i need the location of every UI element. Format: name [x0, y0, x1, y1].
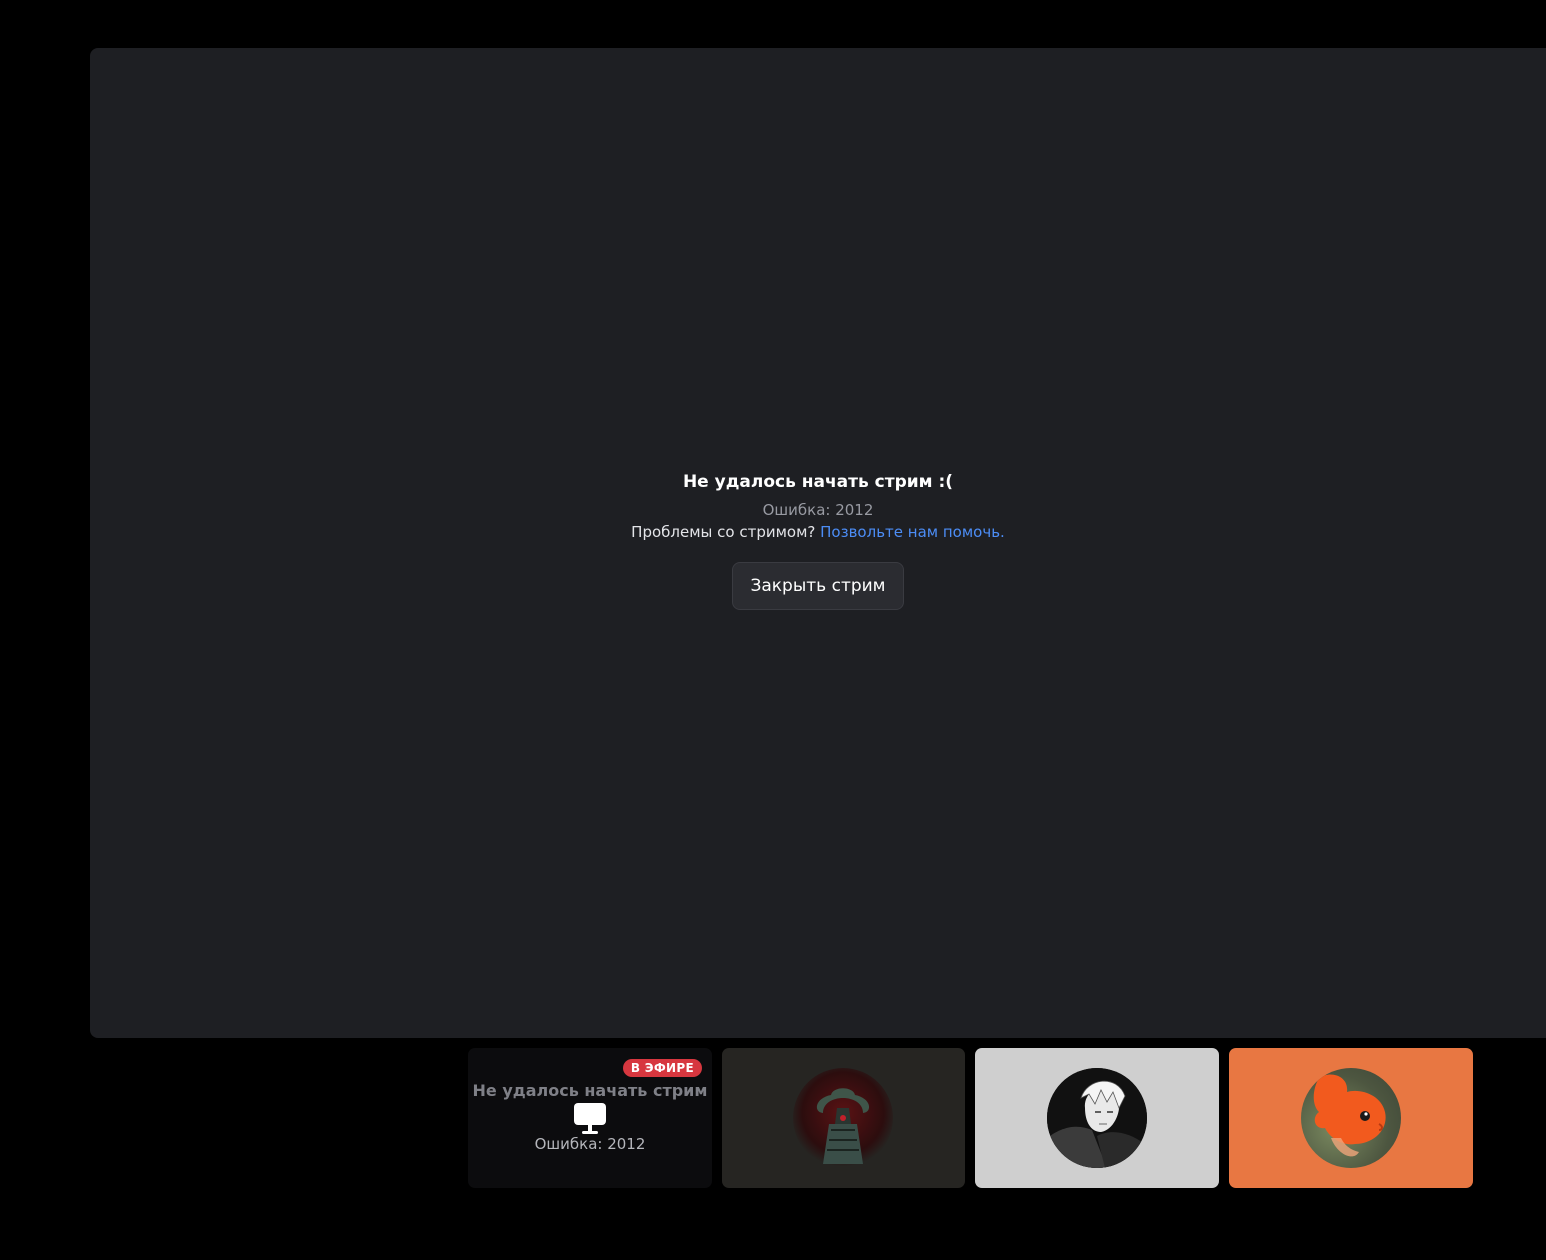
stream-tile[interactable]: В ЭФИРЕ Не удалось начать стрим Ошибка: …	[468, 1048, 712, 1188]
stream-error-code: Ошибка: 2012	[762, 501, 874, 519]
participant-tile-3[interactable]	[1229, 1048, 1473, 1188]
orange-fish-avatar	[1301, 1068, 1401, 1168]
tree-figure-image	[816, 1088, 870, 1164]
manga-character-image	[1047, 1068, 1147, 1168]
live-badge: В ЭФИРЕ	[622, 1059, 702, 1077]
stream-tile-title: Не удалось начать стрим	[472, 1081, 708, 1100]
stream-help-question: Проблемы со стримом?	[631, 523, 816, 541]
manga-character-avatar	[1047, 1068, 1147, 1168]
monitor-icon	[574, 1103, 606, 1134]
orange-fish-image	[1313, 1074, 1386, 1157]
participant-tile-2[interactable]	[975, 1048, 1219, 1188]
stream-tile-error-code: Ошибка: 2012	[534, 1135, 646, 1153]
participant-tile-1[interactable]	[722, 1048, 965, 1188]
stream-help-line: Проблемы со стримом? Позвольте нам помоч…	[90, 521, 1546, 543]
tree-figure-avatar	[793, 1068, 893, 1168]
close-stream-button[interactable]: Закрыть стрим	[732, 562, 904, 610]
stream-view: Не удалось начать стрим :( Ошибка: 2012 …	[90, 48, 1546, 1038]
stream-error: Не удалось начать стрим :( Ошибка: 2012 …	[90, 470, 1546, 610]
stream-error-title: Не удалось начать стрим :(	[682, 472, 954, 492]
stream-help-link[interactable]: Позвольте нам помочь.	[820, 523, 1005, 541]
